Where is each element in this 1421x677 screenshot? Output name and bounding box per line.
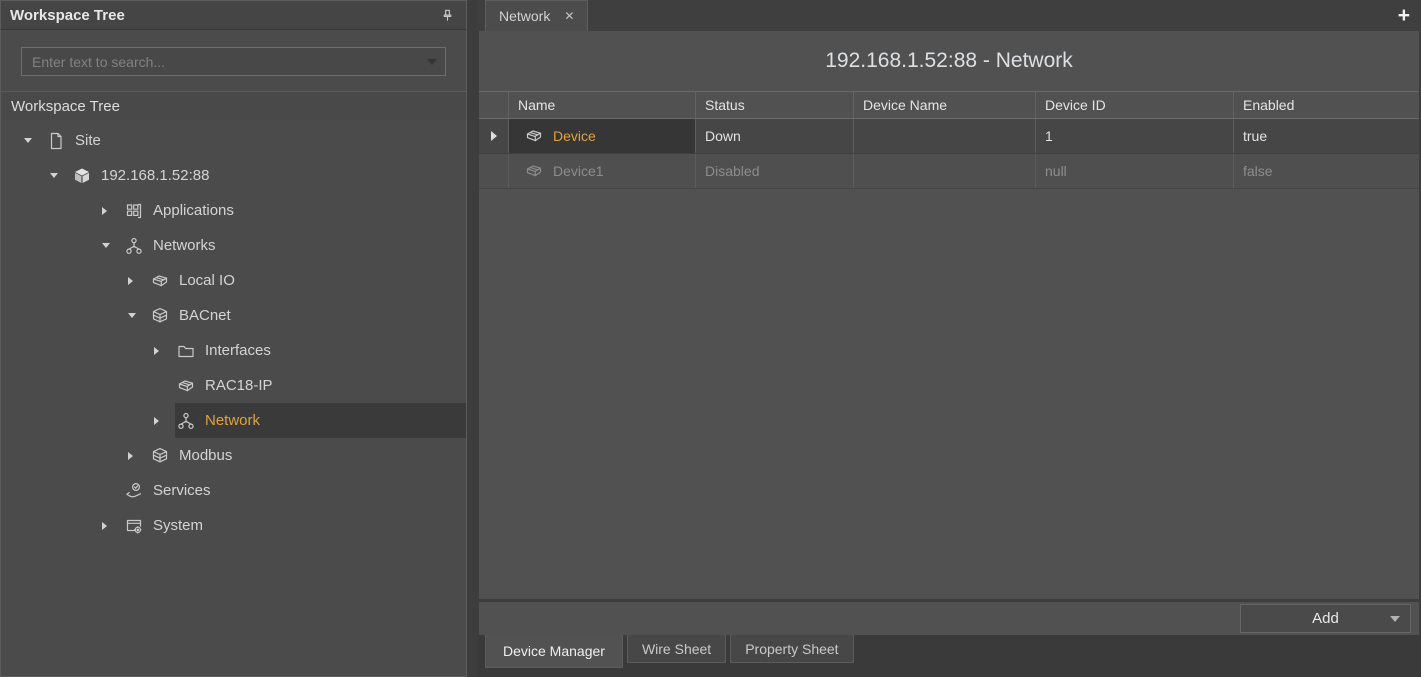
network-icon xyxy=(123,235,145,257)
services-icon xyxy=(123,480,145,502)
device-table-row-device[interactable]: Device Down 1 true xyxy=(479,119,1419,154)
column-header-device-name[interactable]: Device Name xyxy=(854,92,1036,118)
close-tab-icon[interactable]: ✕ xyxy=(564,9,574,23)
cell-status[interactable]: Disabled xyxy=(696,154,854,188)
expander-icon[interactable] xyxy=(45,158,71,193)
workspace-tree-panel: Workspace Tree Workspace Tree xyxy=(0,0,467,677)
expander-icon[interactable] xyxy=(97,508,123,543)
device-manager-view: 192.168.1.52:88 - Network NameStatusDevi… xyxy=(479,31,1419,635)
selected-row-arrow-icon xyxy=(491,131,497,141)
cell-device-id[interactable]: 1 xyxy=(1036,119,1234,153)
expander-icon[interactable] xyxy=(123,263,149,298)
tab-network[interactable]: Network ✕ xyxy=(485,0,588,31)
cell-name[interactable]: Device1 xyxy=(509,154,696,188)
device-box-icon xyxy=(71,165,93,187)
cell-device-name[interactable] xyxy=(854,154,1036,188)
stack-icon xyxy=(149,305,171,327)
expander-icon[interactable] xyxy=(19,123,45,158)
add-dropdown-icon[interactable] xyxy=(1390,616,1400,622)
box-icon xyxy=(523,125,545,147)
device-table-row-device1[interactable]: Device1 Disabled null false xyxy=(479,154,1419,189)
new-tab-icon[interactable]: + xyxy=(1398,0,1410,31)
tree-item-modbus[interactable]: Modbus xyxy=(1,438,466,473)
row-indicator-cell xyxy=(479,119,509,153)
add-button[interactable]: Add xyxy=(1240,604,1411,633)
document-tabbar: Network ✕ + xyxy=(477,0,1421,31)
box-icon xyxy=(149,270,171,292)
pin-icon[interactable] xyxy=(437,5,457,25)
expander-icon[interactable] xyxy=(149,333,175,368)
table-empty-area xyxy=(479,189,1419,599)
column-header-enabled[interactable]: Enabled xyxy=(1234,92,1419,118)
tree-section-title: Workspace Tree xyxy=(11,98,120,115)
expander-icon[interactable] xyxy=(97,228,123,263)
view-tab-wire-sheet[interactable]: Wire Sheet xyxy=(627,635,726,663)
expander-icon[interactable] xyxy=(97,193,123,228)
tree-item-system[interactable]: System xyxy=(1,508,466,543)
search-dropdown-icon[interactable] xyxy=(419,59,445,65)
tree-item-networks[interactable]: Networks xyxy=(1,228,466,263)
view-title: 192.168.1.52:88 - Network xyxy=(479,31,1419,92)
view-tab-property-sheet[interactable]: Property Sheet xyxy=(730,635,853,663)
row-indicator-cell xyxy=(479,154,509,188)
view-tabbar: Device ManagerWire SheetProperty Sheet xyxy=(477,635,1421,677)
cell-enabled[interactable]: false xyxy=(1234,154,1419,188)
document-panel: Network ✕ + 192.168.1.52:88 - Network Na… xyxy=(477,0,1421,677)
workspace-tree-body: Workspace Tree Site 192.168.1.52:88 Appl… xyxy=(0,30,467,677)
tree-item-bacnet[interactable]: BACnet xyxy=(1,298,466,333)
cell-enabled[interactable]: true xyxy=(1234,119,1419,153)
search-input[interactable] xyxy=(22,54,419,70)
stack-icon xyxy=(149,445,171,467)
tree-section-header: Workspace Tree xyxy=(1,91,466,120)
column-header-name[interactable]: Name xyxy=(509,92,696,118)
applications-icon xyxy=(123,200,145,222)
application-window: Workspace Tree Workspace Tree xyxy=(0,0,1421,677)
panel-splitter[interactable] xyxy=(467,0,477,677)
header-gutter-cell xyxy=(479,92,509,118)
device-table-header: NameStatusDevice NameDevice IDEnabled xyxy=(479,92,1419,119)
workspace-tree-panel-header: Workspace Tree xyxy=(0,0,467,30)
search-area xyxy=(1,30,466,91)
system-icon xyxy=(123,515,145,537)
device-table-rows: Device Down 1 true Device1 Disabled null… xyxy=(479,119,1419,189)
expander-icon xyxy=(149,368,175,403)
view-tab-device-manager[interactable]: Device Manager xyxy=(485,635,623,668)
add-strip: Add xyxy=(479,599,1419,635)
tree-item-interfaces[interactable]: Interfaces xyxy=(1,333,466,368)
page-icon xyxy=(45,130,67,152)
folder-icon xyxy=(175,340,197,362)
tree-item-applications[interactable]: Applications xyxy=(1,193,466,228)
expander-icon[interactable] xyxy=(123,298,149,333)
add-button-label: Add xyxy=(1312,610,1339,627)
tree-item-192-168-1-52-88[interactable]: 192.168.1.52:88 xyxy=(1,158,466,193)
column-header-device-id[interactable]: Device ID xyxy=(1036,92,1234,118)
tree-item-local-io[interactable]: Local IO xyxy=(1,263,466,298)
workspace-tree: Site 192.168.1.52:88 Applications Networ… xyxy=(1,120,466,676)
tree-item-site[interactable]: Site xyxy=(1,123,466,158)
cell-device-id[interactable]: null xyxy=(1036,154,1234,188)
cell-name[interactable]: Device xyxy=(509,119,696,153)
box-icon xyxy=(175,375,197,397)
cell-device-name[interactable] xyxy=(854,119,1036,153)
expander-icon[interactable] xyxy=(123,438,149,473)
panel-title: Workspace Tree xyxy=(10,7,437,24)
tree-item-network[interactable]: Network xyxy=(1,403,466,438)
tree-item-rac18-ip[interactable]: RAC18-IP xyxy=(1,368,466,403)
expander-icon[interactable] xyxy=(149,403,175,438)
network-icon xyxy=(175,410,197,432)
cell-status[interactable]: Down xyxy=(696,119,854,153)
tab-label: Network xyxy=(499,8,550,24)
expander-icon xyxy=(97,473,123,508)
box-icon xyxy=(523,160,545,182)
tree-item-services[interactable]: Services xyxy=(1,473,466,508)
search-box xyxy=(21,47,446,76)
column-header-status[interactable]: Status xyxy=(696,92,854,118)
